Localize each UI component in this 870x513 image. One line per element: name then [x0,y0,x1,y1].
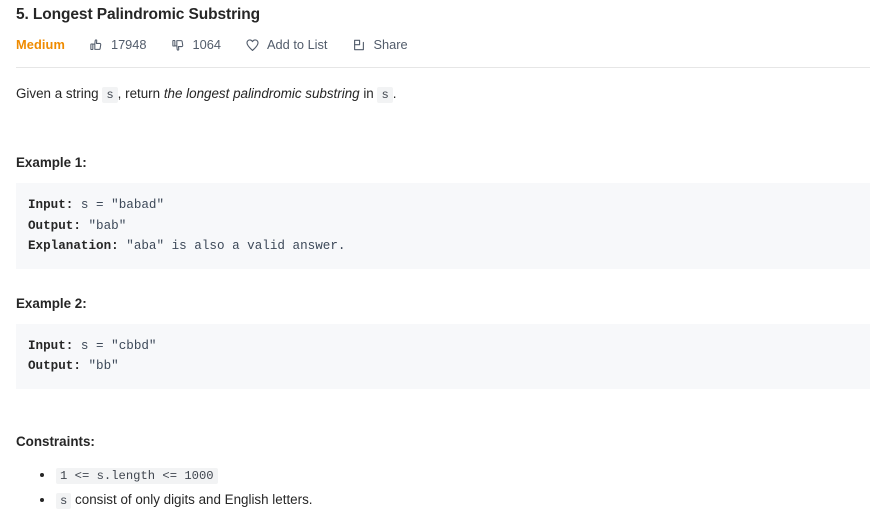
example-1-heading: Example 1: [16,155,87,170]
example-1-line-3-label: Explanation: [28,239,119,253]
share-button[interactable]: Share [351,37,408,53]
share-icon [351,38,366,53]
thumbs-down-icon [171,38,186,53]
example-1-line-2-label: Output: [28,218,81,233]
add-to-list-label: Add to List [267,37,328,52]
statement-part-3: in [359,86,378,101]
constraints-heading: Constraints: [16,433,95,449]
example-1-line-1-label: Input: [28,198,74,212]
constraint-1-code: 1 <= s.length <= 1000 [56,467,218,484]
list-item: s consist of only digits and English let… [40,488,854,513]
constraint-2-text: consist of only digits and English lette… [71,491,313,507]
statement-part-4: . [392,86,397,101]
inline-code-s-1: s [102,87,118,103]
heart-icon [245,38,260,53]
constraints-list: 1 <= s.length <= 1000 s consist of only … [0,463,870,513]
likes-button[interactable]: 17948 [89,37,147,53]
difficulty-badge: Medium [16,37,65,52]
example-1-code-block: Input: s = "babad" Output: "bab" Explana… [16,183,870,269]
example-2-code-block: Input: s = "cbbd" Output: "bb" [16,323,870,389]
statement-part-2: , return [117,86,164,101]
example-2-line-2-label: Output: [28,359,81,373]
share-label: Share [373,37,408,52]
add-to-list-button[interactable]: Add to List [245,37,327,53]
problem-meta-row: Medium 17948 1064 Add to List Share [0,25,870,53]
example-1-line-1-value: s = "babad" [73,198,165,212]
problem-description-panel: 5. Longest Palindromic Substring Medium … [0,0,870,512]
statement-part-1: Given a string [16,86,103,101]
dislikes-count: 1064 [192,37,222,52]
example-2-line-1-label: Input: [28,338,74,353]
likes-count: 17948 [110,37,147,52]
constraint-2-code: s [56,492,72,509]
statement-emphasis: the longest palindromic substring [163,86,360,101]
example-1-line-3-value: "aba" is also a valid answer. [118,239,346,253]
inline-code-s-2: s [377,87,393,103]
example-2-heading: Example 2: [16,295,87,311]
problem-statement: Given a string s, return the longest pal… [0,68,870,105]
example-2-line-2-value: "bb" [80,359,119,373]
thumbs-up-icon [89,38,104,53]
list-item: 1 <= s.length <= 1000 [40,463,854,488]
page-title: 5. Longest Palindromic Substring [16,6,260,23]
example-1-line-2-value: "bab" [80,218,127,233]
example-2-line-1-value: s = "cbbd" [73,338,157,353]
dislikes-button[interactable]: 1064 [171,37,221,53]
